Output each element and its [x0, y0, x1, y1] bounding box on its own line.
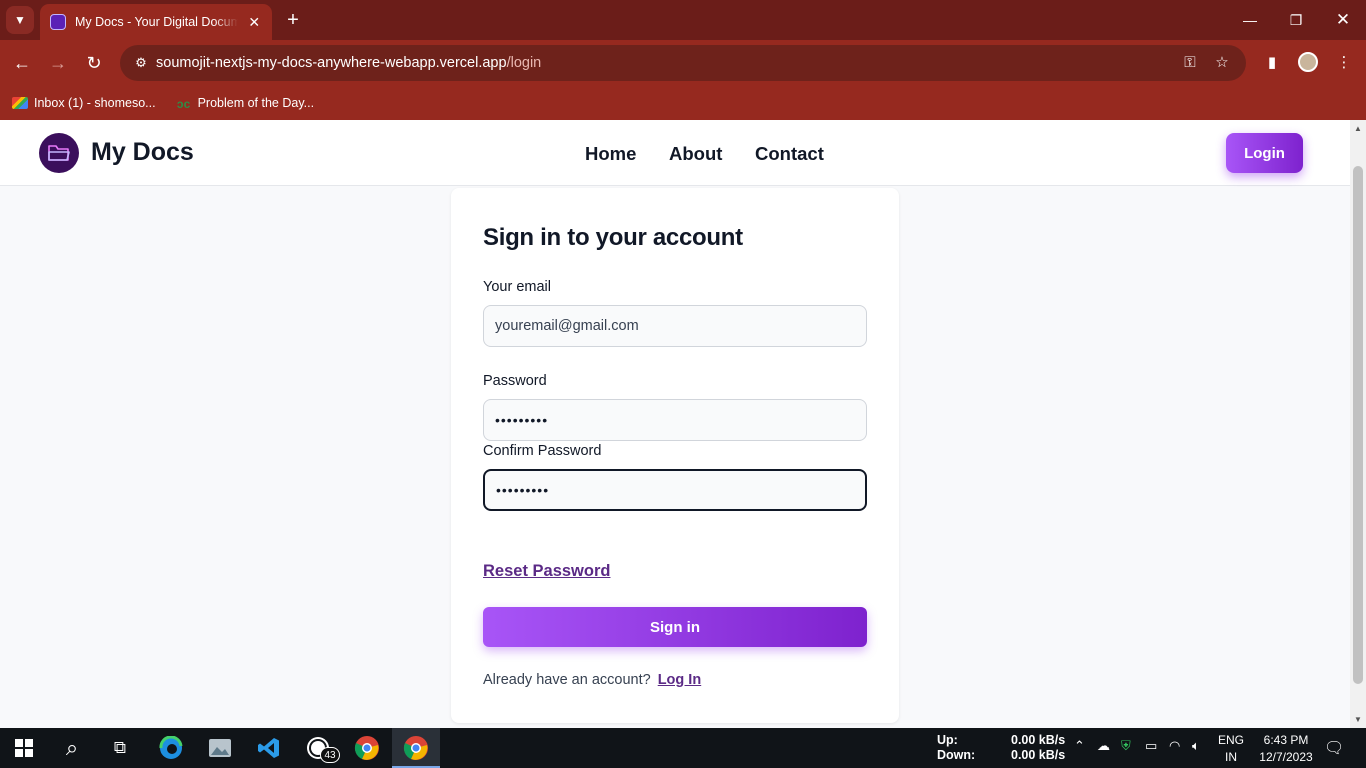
whatsapp-badge: 43 — [320, 747, 340, 763]
net-labels: Up: Down: — [937, 733, 975, 763]
bookmark-label: Inbox (1) - shomeso... — [34, 96, 156, 110]
volume-icon[interactable]: 🔈︎ — [1192, 738, 1200, 754]
side-panel-icon[interactable]: ▮ — [1260, 51, 1284, 75]
edge-icon[interactable] — [157, 734, 185, 762]
task-view-icon[interactable]: ⧉ — [106, 734, 134, 762]
bookmarks-bar: Inbox (1) - shomeso... ↄc Problem of the… — [0, 86, 1366, 120]
password-key-icon[interactable]: ⚿ — [1178, 51, 1202, 75]
account-prompt: Already have an account? Log In — [483, 672, 701, 688]
profile-avatar[interactable] — [1298, 52, 1318, 72]
chrome-logo-active — [403, 736, 428, 760]
security-shield-icon[interactable]: ⛨ — [1121, 738, 1131, 754]
windows-taskbar: ⌕ ⧉ — [0, 728, 1366, 768]
forward-arrow-icon[interactable]: → — [46, 51, 70, 75]
system-clock[interactable]: 6:43 PM 12/7/2023 — [1256, 732, 1316, 766]
photos-icon[interactable] — [206, 734, 234, 762]
confirm-password-input[interactable] — [483, 469, 867, 511]
browser-tab-bar: ▼ My Docs - Your Digital Document Anywhe… — [0, 0, 1366, 40]
geeksforgeeks-icon: ↄc — [176, 97, 191, 111]
site-settings-icon[interactable]: ⚙ — [126, 55, 156, 71]
scroll-up-icon[interactable]: ▲ — [1354, 124, 1362, 133]
login-button[interactable]: Login — [1226, 133, 1303, 173]
signin-card: Sign in to your account Your email Passw… — [451, 188, 899, 723]
signin-button[interactable]: Sign in — [483, 607, 867, 647]
battery-icon[interactable]: ▭ — [1145, 738, 1157, 754]
net-up-value: 0.00 kB/s — [1011, 733, 1066, 747]
bookmark-gfg[interactable]: ↄc Problem of the Day... — [176, 96, 315, 111]
brand-name[interactable]: My Docs — [91, 138, 194, 167]
back-arrow-icon[interactable]: ← — [10, 51, 34, 75]
net-down-value: 0.00 kB/s — [1011, 748, 1066, 762]
page-scrollbar[interactable]: ▲ ▼ — [1350, 120, 1366, 728]
language-code: ENG — [1218, 733, 1245, 747]
menu-dots-icon[interactable]: ⋮ — [1332, 51, 1356, 75]
site-navbar: My Docs Home About Contact Login — [0, 120, 1350, 186]
login-link[interactable]: Log In — [658, 672, 702, 688]
new-tab-icon[interactable]: + — [282, 8, 304, 32]
search-icon[interactable]: ⌕ — [58, 734, 86, 762]
clock-time: 6:43 PM — [1263, 733, 1309, 747]
nav-link-home[interactable]: Home — [585, 143, 636, 165]
chrome-icon[interactable] — [353, 734, 381, 762]
form-title: Sign in to your account — [483, 224, 743, 251]
browser-tab[interactable]: My Docs - Your Digital Document Anywhere… — [40, 4, 272, 40]
onedrive-cloud-icon[interactable]: ☁ — [1097, 738, 1110, 754]
email-input[interactable] — [483, 305, 867, 347]
restore-icon[interactable]: ❐ — [1284, 8, 1308, 32]
confirm-password-label: Confirm Password — [483, 443, 602, 459]
windows-logo-icon — [15, 739, 33, 757]
nav-link-contact[interactable]: Contact — [755, 143, 824, 165]
window-close-icon[interactable]: ✕ — [1331, 8, 1355, 32]
scroll-down-icon[interactable]: ▼ — [1354, 715, 1362, 724]
web-page: My Docs Home About Contact Login Sign in… — [0, 120, 1350, 728]
bookmark-star-icon[interactable]: ☆ — [1210, 51, 1234, 75]
net-down-label: Down: — [937, 748, 976, 762]
minimize-icon[interactable]: — — [1238, 8, 1262, 32]
bookmark-gmail[interactable]: Inbox (1) - shomeso... — [12, 96, 156, 110]
tab-title: My Docs - Your Digital Document Anywhere — [75, 15, 239, 29]
password-label: Password — [483, 373, 547, 389]
url-host: soumojit-nextjs-my-docs-anywhere-webapp.… — [156, 55, 507, 71]
vscode-icon[interactable] — [255, 734, 283, 762]
tab-close-icon[interactable]: ✕ — [246, 14, 262, 31]
folder-favicon-icon — [50, 14, 66, 30]
account-prompt-text: Already have an account? — [483, 672, 651, 688]
language-indicator[interactable]: ENG IN — [1218, 732, 1244, 766]
net-up-label: Up: — [937, 733, 958, 747]
gmail-icon — [12, 97, 28, 109]
edge-logo — [159, 736, 183, 759]
browser-toolbar: ← → ↻ ⚙ soumojit-nextjs-my-docs-anywhere… — [0, 40, 1366, 86]
nav-link-about[interactable]: About — [669, 143, 722, 165]
url-text: soumojit-nextjs-my-docs-anywhere-webapp.… — [156, 55, 541, 71]
password-input[interactable] — [483, 399, 867, 441]
chrome-logo — [354, 736, 379, 760]
reset-password-link[interactable]: Reset Password — [483, 562, 610, 581]
wifi-icon[interactable]: ◠ — [1169, 738, 1180, 754]
folder-logo-icon[interactable] — [39, 133, 79, 173]
scroll-thumb[interactable] — [1353, 166, 1363, 684]
vscode-logo — [258, 738, 279, 758]
windows-start-icon[interactable] — [10, 734, 38, 762]
reload-icon[interactable]: ↻ — [82, 51, 106, 75]
region-code: IN — [1225, 750, 1237, 764]
clock-date: 12/7/2023 — [1259, 750, 1313, 764]
url-path: /login — [506, 55, 542, 71]
notification-icon[interactable]: 🗨︎ — [1324, 738, 1344, 758]
email-label: Your email — [483, 279, 551, 295]
tray-chevron-icon[interactable]: ⌃ — [1074, 738, 1085, 754]
address-bar[interactable]: ⚙ soumojit-nextjs-my-docs-anywhere-webap… — [120, 45, 1246, 81]
bookmark-label: Problem of the Day... — [197, 96, 315, 110]
photos-logo — [209, 739, 231, 757]
tab-search-chevron-icon[interactable]: ▼ — [6, 6, 34, 34]
folder-icon — [48, 145, 70, 161]
chrome-active-icon[interactable] — [402, 734, 430, 762]
net-values: 0.00 kB/s 0.00 kB/s — [1011, 733, 1065, 763]
